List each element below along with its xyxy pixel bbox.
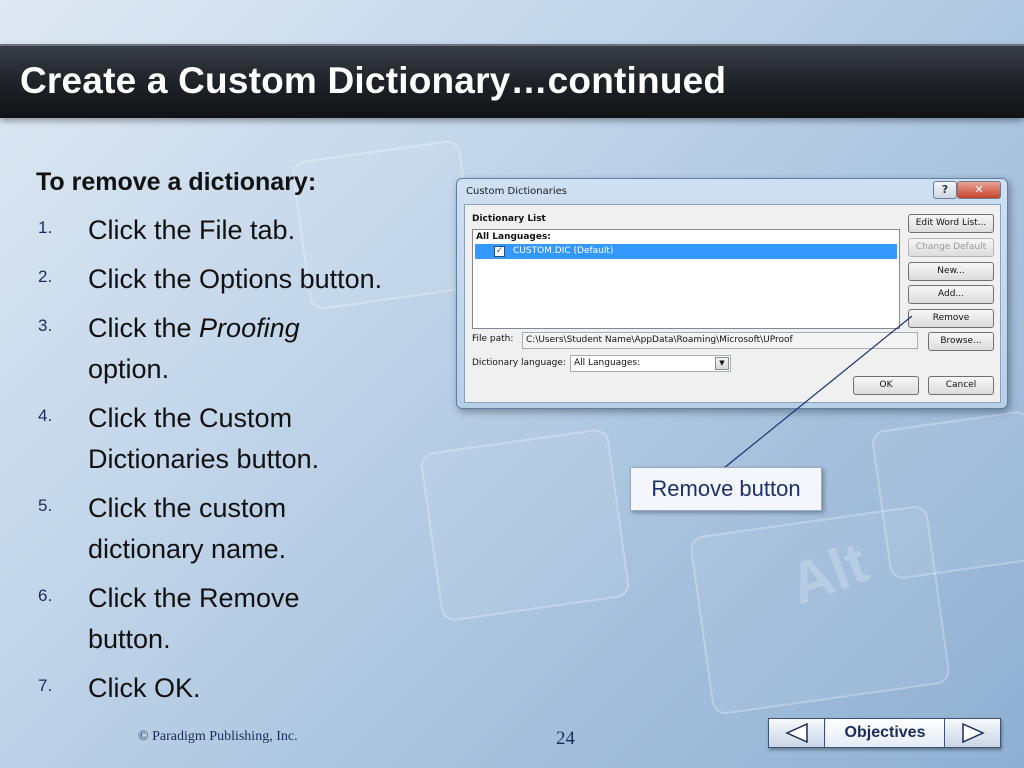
dictionary-language-select[interactable]: All Languages: ▼ (570, 355, 731, 372)
dictionary-item-label: CUSTOM.DIC (Default) (513, 246, 614, 256)
step-text: Click OK. (88, 673, 201, 703)
dictionary-language-label: Dictionary language: (472, 358, 566, 368)
custom-dictionaries-dialog: Custom Dictionaries ? ✕ Dictionary List … (456, 178, 1008, 409)
new-button[interactable]: New... (908, 262, 994, 281)
objectives-button[interactable]: Objectives (826, 719, 944, 747)
chevron-down-icon[interactable]: ▼ (715, 357, 729, 370)
file-path-label: File path: (472, 334, 514, 344)
step-number: 2. (38, 267, 53, 286)
slide-navigation: Objectives (768, 718, 1001, 748)
step-text-part: option. (88, 354, 170, 384)
change-default-button[interactable]: Change Default (908, 238, 994, 257)
copyright-text: © Paradigm Publishing, Inc. (138, 729, 298, 744)
dictionary-listbox[interactable]: All Languages: ✓ CUSTOM.DIC (Default) (472, 229, 900, 329)
add-button[interactable]: Add... (908, 285, 994, 304)
help-button[interactable]: ? (933, 181, 957, 199)
dictionary-list-label: Dictionary List (472, 214, 546, 224)
file-path-field: C:\Users\Student Name\AppData\Roaming\Mi… (522, 332, 918, 349)
step-number: 4. (38, 406, 53, 425)
next-slide-button[interactable] (944, 719, 1000, 747)
browse-button[interactable]: Browse... (928, 332, 994, 351)
step-number: 1. (38, 218, 53, 237)
cancel-button[interactable]: Cancel (928, 376, 994, 395)
title-bar: Create a Custom Dictionary…continued (0, 44, 1024, 118)
step-text-part: Click the (88, 313, 200, 343)
remove-button[interactable]: Remove (908, 309, 994, 328)
checkbox-icon[interactable]: ✓ (494, 246, 505, 257)
remove-button-callout: Remove button (630, 467, 822, 511)
slide-title: Create a Custom Dictionary…continued (20, 60, 727, 101)
background-key (419, 427, 631, 623)
step-number: 7. (38, 676, 53, 695)
list-heading: All Languages: (476, 232, 551, 242)
dictionary-list-item[interactable]: ✓ CUSTOM.DIC (Default) (475, 244, 897, 259)
step-text: Click the Proofing option. (88, 308, 348, 390)
step-number: 6. (38, 586, 53, 605)
step-text-emphasis: Proofing (199, 313, 300, 343)
step-number: 5. (38, 496, 53, 515)
step-text: Click the File tab. (88, 215, 296, 245)
previous-slide-button[interactable] (769, 719, 825, 747)
close-button[interactable]: ✕ (957, 181, 1001, 199)
steps-heading: To remove a dictionary: (36, 168, 317, 196)
step-text: Click the Options button. (88, 264, 383, 294)
step-number: 3. (38, 316, 53, 335)
dialog-title: Custom Dictionaries (466, 186, 568, 197)
page-number: 24 (556, 728, 575, 749)
arrow-left-icon (785, 722, 808, 744)
ok-button[interactable]: OK (853, 376, 919, 395)
dictionary-language-value: All Languages: (574, 358, 641, 368)
step-text: Click the Remove button. (88, 583, 300, 654)
step-text: Click the Custom Dictionaries button. (88, 403, 320, 474)
arrow-right-icon (962, 722, 985, 744)
background-key (870, 409, 1024, 581)
dialog-body: Dictionary List All Languages: ✓ CUSTOM.… (464, 204, 1001, 403)
step-text: Click the custom dictionary name. (88, 493, 287, 564)
edit-word-list-button[interactable]: Edit Word List... (908, 214, 994, 233)
